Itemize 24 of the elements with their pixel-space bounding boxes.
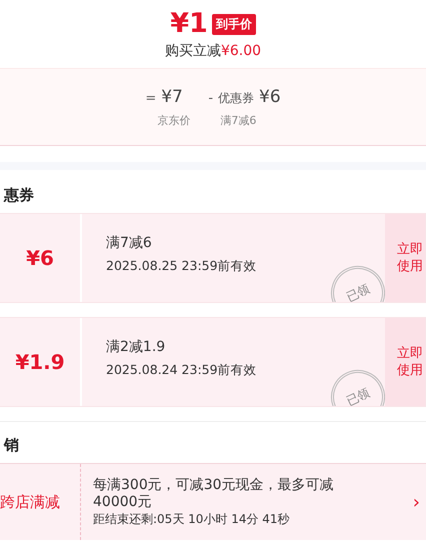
chevron-icon: › <box>406 492 426 512</box>
use-now-button[interactable]: 立即 使用 <box>385 318 425 406</box>
operator-sign: - <box>208 90 214 106</box>
price-badge: 到手价 <box>212 14 256 34</box>
operator-sign: = <box>145 90 156 106</box>
breakdown-value: ¥6 <box>259 86 281 106</box>
promotion-row[interactable]: 跨店满减 每满300元，可减30元现金，最多可减40000元 距结束还剩:05天 10小时 14分 41秒 › <box>0 463 426 540</box>
coupon-amount: ¥1.9 <box>0 318 82 406</box>
final-price: ¥1 <box>170 8 208 40</box>
coupon-condition: 满7减6 <box>106 234 153 252</box>
coupon-amount: ¥6 <box>0 214 82 302</box>
countdown-text: 距结束还剩:05天 10小时 14分 41秒 <box>93 510 291 528</box>
breakdown-caption: 满7减6 <box>219 112 258 128</box>
section-title: 惠券 <box>2 185 35 206</box>
saving-text: 购买立减¥6.00 <box>164 42 262 60</box>
breakdown-label: 优惠券 <box>218 90 254 106</box>
breakdown-value: ¥7 <box>161 86 183 106</box>
promotion-description: 每满300元，可减30元现金，最多可减40000元 <box>93 476 335 510</box>
coupon-validity: 2025.08.24 23:59前有效 <box>106 362 258 379</box>
use-now-button[interactable]: 立即 使用 <box>385 214 425 302</box>
coupon-condition: 满2减1.9 <box>106 338 166 356</box>
promotion-tag: 跨店满减 <box>0 464 81 540</box>
breakdown-caption: 京东价 <box>156 112 190 128</box>
coupon-validity: 2025.08.25 23:59前有效 <box>106 258 258 275</box>
